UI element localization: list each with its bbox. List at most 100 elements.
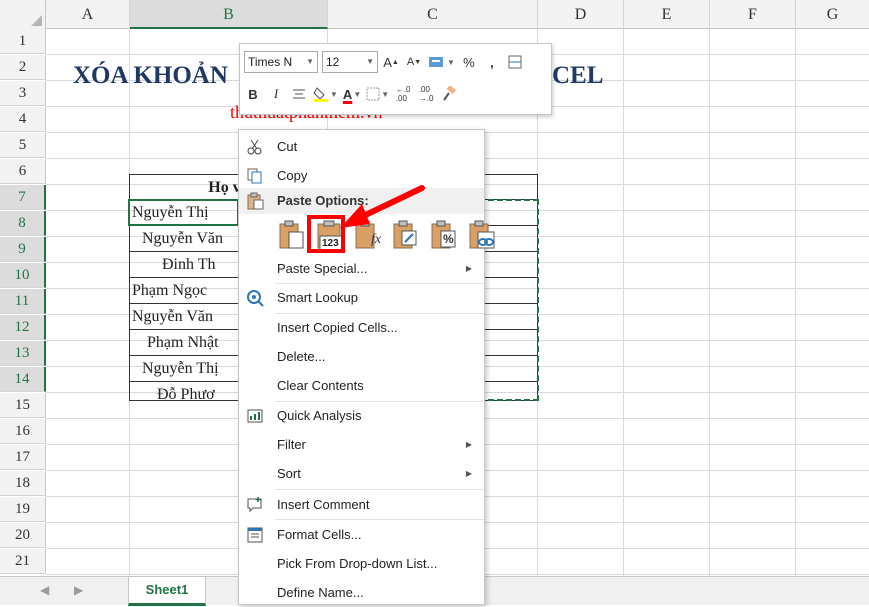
row-header[interactable]: 10 (0, 263, 46, 288)
paste-options-header: Paste Options: (239, 188, 484, 214)
sheet-tab-sheet1[interactable]: Sheet1 (128, 577, 206, 606)
paste-formulas-button[interactable]: fx (351, 218, 387, 254)
column-gridline (709, 29, 710, 576)
menu-item-label: Insert Comment (277, 497, 370, 512)
row-header[interactable]: 6 (0, 159, 46, 184)
menu-item-label: Pick From Drop-down List... (277, 556, 438, 571)
tab-scroll-left-icon[interactable]: ◀ (40, 583, 49, 597)
row-header[interactable]: 2 (0, 55, 46, 80)
formula-badge: fx (371, 232, 382, 247)
menu-item-pick-from-dropdown[interactable]: Pick From Drop-down List... (239, 549, 484, 578)
values-badge: 123 (322, 238, 339, 249)
column-gridline (623, 29, 624, 576)
table-name-cell[interactable]: Nguyễn Thị (142, 356, 238, 381)
paste-formulas-icon (355, 220, 375, 249)
row-header[interactable]: 5 (0, 133, 46, 158)
column-header-a[interactable]: A (46, 0, 130, 29)
row-header[interactable]: 9 (0, 237, 46, 262)
row-header[interactable]: 8 (0, 211, 46, 236)
merge-center-icon[interactable] (506, 51, 524, 73)
menu-item-sort[interactable]: Sort ▶ (239, 459, 484, 488)
menu-item-insert-copied-cells[interactable]: Insert Copied Cells... (239, 313, 484, 342)
paste-link-button[interactable] (465, 218, 501, 254)
menu-item-label: Smart Lookup (277, 290, 358, 305)
menu-item-define-name[interactable]: Define Name... (239, 578, 484, 607)
column-header-f[interactable]: F (710, 0, 796, 29)
table-name-cell[interactable]: Đinh Th (162, 252, 238, 277)
column-header-e[interactable]: E (624, 0, 710, 29)
column-header-d[interactable]: D (538, 0, 624, 29)
italic-button[interactable]: I (267, 83, 285, 105)
row-header[interactable]: 19 (0, 497, 46, 522)
font-size-box[interactable]: 12 ▼ (322, 51, 378, 73)
row-header[interactable]: 18 (0, 471, 46, 496)
decrease-font-icon[interactable]: A ▼ (405, 51, 423, 73)
row-header[interactable]: 7 (0, 185, 46, 210)
sheet-title-left: XÓA KHOẢN (73, 62, 228, 89)
quick-analysis-icon (247, 409, 263, 423)
menu-item-quick-analysis[interactable]: Quick Analysis (239, 401, 484, 430)
row-header[interactable]: 14 (0, 367, 46, 392)
paste-button[interactable] (275, 218, 311, 254)
chevron-down-icon: ▼ (366, 57, 374, 66)
percent-style-button[interactable]: % (460, 51, 478, 73)
row-header[interactable]: 13 (0, 341, 46, 366)
bold-button[interactable]: B (244, 83, 262, 105)
font-name-box[interactable]: Times N ▼ (244, 51, 318, 73)
increase-font-icon[interactable]: A ▲ (382, 51, 400, 73)
menu-item-label: Clear Contents (277, 378, 364, 393)
menu-item-label: Format Cells... (277, 527, 362, 542)
menu-item-label: Delete... (277, 349, 326, 364)
table-name-cell[interactable]: Phạm Nhật (147, 330, 238, 355)
column-header-c[interactable]: C (328, 0, 538, 29)
table-name-cell[interactable]: Nguyễn Văn (142, 226, 238, 251)
row-header[interactable]: 12 (0, 315, 46, 340)
menu-item-copy[interactable]: Copy (239, 161, 484, 190)
fill-color-icon[interactable]: ▼ (313, 83, 338, 105)
paste-transpose-button[interactable] (389, 218, 425, 254)
number-format-icon[interactable]: ▼ (428, 51, 455, 73)
table-name-cell[interactable]: Phạm Ngọc (132, 278, 238, 303)
smart-lookup-icon (247, 290, 264, 307)
tab-scroll-right-icon[interactable]: ▶ (74, 583, 83, 597)
row-header[interactable]: 21 (0, 549, 46, 574)
table-name-cell[interactable]: Đỗ Phươ (157, 382, 238, 407)
paste-values-button[interactable]: 123 (313, 218, 349, 254)
column-header-b[interactable]: B (130, 0, 328, 29)
decrease-decimal-icon[interactable]: .00 →.0 (417, 83, 435, 105)
font-size-value: 12 (326, 55, 340, 69)
row-header[interactable]: 17 (0, 445, 46, 470)
menu-item-cut[interactable]: Cut (239, 132, 484, 161)
active-cell-b7[interactable] (128, 199, 239, 226)
row-header[interactable]: 16 (0, 419, 46, 444)
row-header[interactable]: 1 (0, 29, 46, 54)
row-header[interactable]: 15 (0, 393, 46, 418)
align-center-icon[interactable] (290, 83, 308, 105)
menu-item-delete[interactable]: Delete... (239, 342, 484, 371)
menu-item-smart-lookup[interactable]: Smart Lookup (239, 283, 484, 312)
row-header[interactable]: 20 (0, 523, 46, 548)
submenu-arrow-icon: ▶ (465, 469, 472, 478)
chevron-down-icon: ▼ (306, 57, 314, 66)
menu-item-insert-comment[interactable]: Insert Comment (239, 490, 484, 519)
menu-item-format-cells[interactable]: Format Cells... (239, 520, 484, 549)
format-painter-icon[interactable] (440, 83, 458, 105)
select-all-corner[interactable] (0, 0, 46, 29)
row-header[interactable]: 3 (0, 81, 46, 106)
menu-item-clear-contents[interactable]: Clear Contents (239, 371, 484, 400)
table-name-cell[interactable]: Nguyễn Văn (132, 304, 238, 329)
font-color-icon[interactable]: A ▼ (343, 83, 361, 105)
comma-style-button[interactable]: , (483, 51, 501, 73)
row-header[interactable]: 11 (0, 289, 46, 314)
increase-decimal-icon[interactable]: ←.0.00 (394, 83, 412, 105)
column-header-g[interactable]: G (796, 0, 869, 29)
paste-formatting-button[interactable]: % (427, 218, 463, 254)
menu-item-paste-special[interactable]: Paste Special... ▶ (239, 254, 484, 283)
menu-item-filter[interactable]: Filter ▶ (239, 430, 484, 459)
format-badge: % (443, 232, 454, 246)
borders-icon[interactable]: ▼ (366, 83, 389, 105)
format-cells-icon (247, 527, 263, 543)
row-header[interactable]: 4 (0, 107, 46, 132)
menu-item-label: Filter (277, 437, 306, 452)
font-name-value: Times N (248, 55, 293, 69)
